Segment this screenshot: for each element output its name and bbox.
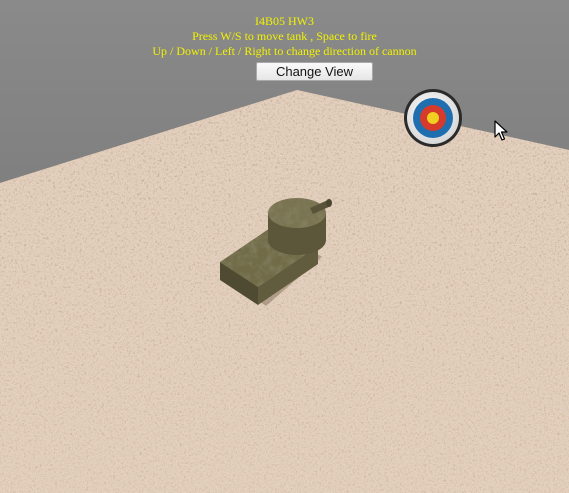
hud-aim-instructions: Up / Down / Left / Right to change direc…	[152, 44, 417, 58]
hud-overlay: I4B05 HW3 Press W/S to move tank , Space…	[0, 14, 569, 59]
change-view-button[interactable]: Change View	[256, 62, 373, 81]
archery-target[interactable]	[404, 89, 462, 147]
hud-move-instructions: Press W/S to move tank , Space to fire	[192, 29, 377, 43]
mouse-cursor-icon	[494, 120, 508, 141]
sand-ground-plane	[0, 90, 569, 493]
game-viewport[interactable]: I4B05 HW3 Press W/S to move tank , Space…	[0, 0, 569, 493]
hud-title: I4B05 HW3	[255, 14, 314, 28]
